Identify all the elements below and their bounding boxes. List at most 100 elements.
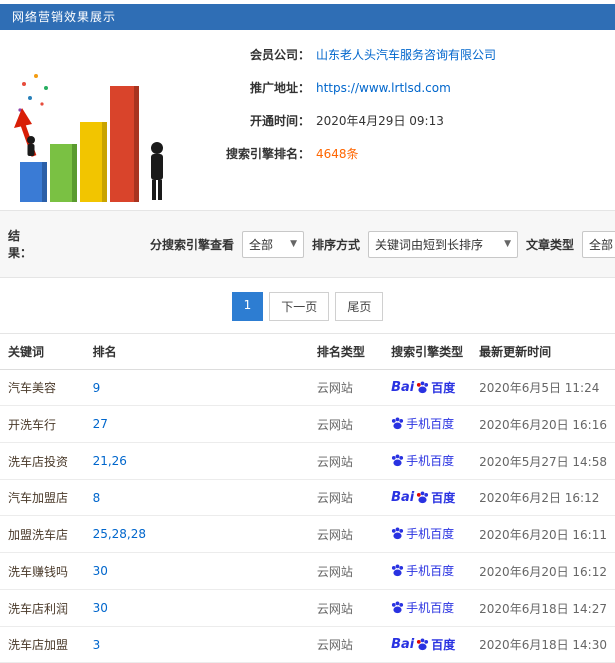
- rank-link[interactable]: 3: [93, 638, 101, 652]
- baidu-paw-icon: [417, 491, 429, 504]
- sort-filter-label: 排序方式: [312, 237, 361, 252]
- member-fields: 会员公司： 山东老人头汽车服务咨询有限公司 推广地址： https://www.…: [185, 38, 615, 204]
- baidu-logo-prefix: Bai: [391, 490, 415, 505]
- member-info-panel: 会员公司： 山东老人头汽车服务咨询有限公司 推广地址： https://www.…: [0, 30, 615, 211]
- table-row: 洗车店投资 21,26 云网站 Bai 百度: [0, 442, 615, 480]
- rank-type-text: 云网站: [316, 417, 353, 432]
- update-time-text: 2020年6月2日 16:12: [479, 491, 600, 505]
- engine-filter-label: 分搜索引擎查看: [150, 237, 235, 252]
- mobile-baidu-logo: 手机百度: [391, 452, 454, 469]
- update-time-text: 2020年6月20日 16:16: [479, 417, 607, 432]
- rank-type-text: 云网站: [316, 638, 353, 652]
- company-label: 会员公司：: [249, 48, 310, 62]
- engine-select[interactable]: 全部 ▼: [242, 230, 305, 258]
- mobile-baidu-label: 手机百度: [406, 454, 455, 468]
- table-header-row: 关键词 排名 排名类型 搜索引擎类型 最新更新时间: [0, 333, 615, 370]
- mobile-baidu-paw-icon: [392, 601, 404, 614]
- company-link[interactable]: 山东老人头汽车服务咨询有限公司: [316, 46, 496, 63]
- engine-select-value: 全部: [249, 237, 274, 252]
- baidu-logo-suffix: 百度: [431, 638, 456, 652]
- rank-link[interactable]: 9: [93, 381, 101, 395]
- mobile-baidu-logo: 手机百度: [391, 415, 454, 432]
- article-type-label: 文章类型: [526, 237, 575, 252]
- promotion-url-link[interactable]: https://www.lrtlsd.com: [316, 81, 451, 95]
- bar-chart-image: [14, 74, 163, 202]
- rank-count-label: 搜索引擎排名：: [225, 147, 310, 161]
- chevron-down-icon: ▼: [290, 239, 298, 249]
- baidu-paw-icon: [417, 638, 429, 651]
- keyword-text: 加盟洗车店: [8, 527, 69, 542]
- keyword-text: 开洗车行: [8, 417, 57, 432]
- mobile-baidu-paw-icon: [392, 527, 404, 540]
- mobile-baidu-paw-icon: [392, 454, 404, 467]
- keyword-text: 洗车店加盟: [8, 638, 69, 652]
- table-row: 汽车美容 9 云网站 Bai 百度 2020年6月5日 11:24: [0, 369, 615, 406]
- mobile-baidu-label: 手机百度: [406, 527, 455, 541]
- rank-link[interactable]: 30: [93, 601, 108, 615]
- update-time-text: 2020年6月20日 16:12: [479, 564, 607, 579]
- open-time-value: 2020年4月29日 09:13: [316, 114, 444, 128]
- update-time-text: 2020年6月20日 16:11: [479, 527, 607, 542]
- url-label: 推广地址：: [249, 81, 310, 95]
- update-time-text: 2020年6月18日 14:27: [479, 601, 607, 616]
- header-rank-type: 排名类型: [308, 333, 384, 370]
- table-row: 加盟洗车店 25,28,28 云网站 Bai 百度: [0, 515, 615, 553]
- rank-type-text: 云网站: [316, 564, 353, 579]
- table-row: 开洗车行 27 云网站 Bai 百度: [0, 405, 615, 443]
- baidu-logo-prefix: Bai: [391, 380, 415, 395]
- rank-link[interactable]: 21,26: [93, 454, 127, 468]
- article-type-select[interactable]: 全部 ▼: [582, 230, 615, 258]
- baidu-logo: Bai 百度: [391, 636, 455, 653]
- header-rank: 排名: [84, 333, 309, 370]
- keyword-text: 洗车店投资: [8, 454, 69, 469]
- sort-select[interactable]: 关键词由短到长排序 ▼: [368, 230, 519, 258]
- keyword-text: 汽车美容: [8, 381, 57, 395]
- rank-type-text: 云网站: [316, 381, 353, 395]
- table-row: 洗车赚钱吗 30 云网站 Bai 百度: [0, 552, 615, 590]
- rank-type-text: 云网站: [316, 527, 353, 542]
- table-row: 洗车店加盟 3 云网站 Bai 百度 2020年6月18日 14:30: [0, 626, 615, 663]
- mobile-baidu-logo: 手机百度: [391, 599, 454, 616]
- rank-link[interactable]: 27: [93, 417, 108, 431]
- results-table: 关键词 排名 排名类型 搜索引擎类型 最新更新时间 汽车美容 9 云网站 Bai…: [0, 333, 615, 663]
- table-row: 洗车店利润 30 云网站 Bai 百度: [0, 589, 615, 627]
- rank-link[interactable]: 25,28,28: [93, 527, 146, 541]
- filter-bar: 结果： 分搜索引擎查看 全部 ▼ 排序方式 关键词由短到长排序 ▼ 文章类型 全…: [0, 211, 615, 278]
- rank-type-text: 云网站: [316, 491, 353, 505]
- mobile-baidu-logo: 手机百度: [391, 525, 454, 542]
- mobile-baidu-label: 手机百度: [406, 564, 455, 578]
- update-time-text: 2020年5月27日 14:58: [479, 454, 607, 469]
- result-label: 结果：: [8, 229, 33, 260]
- page-button-current[interactable]: 1: [231, 292, 264, 321]
- field-url: 推广地址： https://www.lrtlsd.com: [185, 79, 615, 96]
- mobile-baidu-label: 手机百度: [406, 417, 455, 431]
- rank-type-text: 云网站: [316, 454, 353, 469]
- rank-count-value: 4648条: [316, 147, 359, 161]
- update-time-text: 2020年6月18日 14:30: [479, 638, 607, 652]
- header-update-time: 最新更新时间: [471, 333, 615, 370]
- next-page-button[interactable]: 下一页: [269, 292, 330, 321]
- field-open-time: 开通时间： 2020年4月29日 09:13: [185, 112, 615, 129]
- last-page-button[interactable]: 尾页: [335, 292, 384, 321]
- field-company: 会员公司： 山东老人头汽车服务咨询有限公司: [185, 46, 615, 63]
- rank-link[interactable]: 8: [93, 491, 101, 505]
- field-rank-count: 搜索引擎排名： 4648条: [185, 145, 615, 162]
- keyword-text: 洗车赚钱吗: [8, 564, 69, 579]
- mobile-baidu-label: 手机百度: [406, 601, 455, 615]
- mobile-baidu-logo: 手机百度: [391, 562, 454, 579]
- table-row: 汽车加盟店 8 云网站 Bai 百度 2020年6月2日 16:12: [0, 479, 615, 516]
- baidu-logo: Bai 百度: [391, 379, 455, 396]
- rank-type-text: 云网站: [316, 601, 353, 616]
- open-time-label: 开通时间：: [249, 114, 310, 128]
- baidu-logo-suffix: 百度: [431, 381, 456, 395]
- keyword-text: 洗车店利润: [8, 601, 69, 616]
- rank-link[interactable]: 30: [93, 564, 108, 578]
- bar-chart-illustration: [0, 38, 185, 204]
- header-engine-type: 搜索引擎类型: [383, 333, 472, 370]
- baidu-logo-suffix: 百度: [431, 491, 456, 505]
- sort-select-value: 关键词由短到长排序: [375, 237, 484, 252]
- header-keyword: 关键词: [0, 333, 85, 370]
- update-time-text: 2020年6月5日 11:24: [479, 381, 600, 395]
- keyword-text: 汽车加盟店: [8, 491, 69, 505]
- page-title-bar: 网络营销效果展示: [0, 4, 615, 30]
